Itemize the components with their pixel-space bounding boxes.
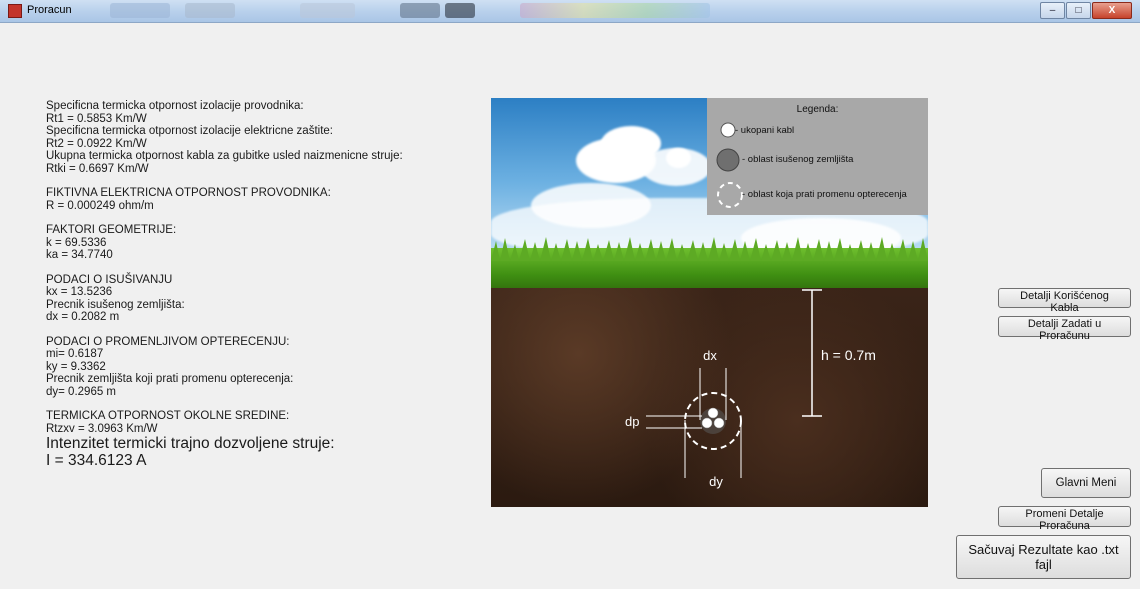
h-label: h = 0.7m	[821, 347, 876, 363]
result-line: Rt1 = 0.5853 Km/W	[46, 112, 147, 125]
result-line: Precnik zemljišta koji prati promenu opt…	[46, 373, 294, 385]
save-results-txt-button[interactable]: Sačuvaj Rezultate kao .txt fajl	[956, 535, 1131, 579]
result-line: FIKTIVNA ELEKTRICNA OTPORNOST PROVODNIKA…	[46, 187, 331, 199]
legend-item: - oblast isušenog zemljišta	[742, 154, 854, 165]
result-line: ky = 9.3362	[46, 360, 106, 373]
result-line: dx = 0.2082 m	[46, 311, 120, 323]
legend-title: Legenda:	[796, 104, 839, 115]
dy-label: dy	[709, 474, 723, 489]
titlebar-background-blur	[185, 3, 235, 18]
current-heading: Intenzitet termicki trajno dozvoljene st…	[46, 435, 335, 452]
result-line: mi= 0.6187	[46, 348, 104, 360]
result-line: ka = 34.7740	[46, 249, 113, 261]
result-line: Specificna termicka otpornost izolacije …	[46, 125, 333, 137]
result-line: Precnik isušenog zemljišta:	[46, 298, 185, 311]
window-controls: – □ X	[1039, 2, 1132, 19]
calculation-details-button[interactable]: Detalji Zadati u Proračunu	[998, 316, 1131, 342]
result-line: k = 69.5336	[46, 236, 107, 249]
titlebar-background-blur	[445, 3, 475, 18]
result-line: Ukupna termicka otpornost kabla za gubit…	[46, 150, 403, 162]
titlebar-background-blur	[520, 3, 710, 18]
titlebar-background-blur	[300, 3, 355, 18]
result-line: PODACI O ISUŠIVANJU	[46, 273, 173, 286]
app-icon	[8, 4, 22, 18]
result-line: Rt2 = 0.0922 Km/W	[46, 137, 147, 150]
dried-soil-symbol-icon	[716, 148, 740, 172]
window-title: Proracun	[27, 4, 72, 16]
results-panel: Specificna termicka otpornost izolacije …	[46, 100, 466, 469]
result-line: FAKTORI GEOMETRIJE:	[46, 224, 177, 236]
legend-item: - ukopani kabl	[735, 125, 795, 136]
cable-details-button[interactable]: Detalji Korišćenog Kabla	[998, 288, 1131, 314]
result-line: Rtki = 0.6697 Km/W	[46, 162, 149, 175]
legend-item: - oblast koja prati promenu opterecenja	[742, 189, 907, 200]
maximize-button[interactable]: □	[1066, 2, 1091, 19]
dp-label: dp	[625, 414, 639, 429]
result-line: kx = 13.5236	[46, 286, 113, 298]
change-details-button[interactable]: Promeni Detalje Proračuna	[998, 506, 1131, 532]
result-line: R = 0.000249 ohm/m	[46, 199, 154, 212]
minimize-button[interactable]: –	[1040, 2, 1065, 19]
dx-label: dx	[703, 348, 717, 363]
titlebar-background-blur	[400, 3, 440, 18]
main-menu-button[interactable]: Glavni Meni	[1041, 468, 1131, 498]
current-value: I = 334.6123 A	[46, 452, 147, 469]
legend-panel: Legenda: - ukopani kabl - oblast isušeno…	[707, 98, 928, 215]
load-variation-symbol-icon	[717, 182, 743, 208]
result-line: PODACI O PROMENLJIVOM OPTERECENJU:	[46, 335, 290, 348]
result-line: Rtzxv = 3.0963 Km/W	[46, 422, 158, 435]
result-line: TERMICKA OTPORNOST OKOLNE SREDINE:	[46, 410, 290, 422]
titlebar-background-blur	[110, 3, 170, 18]
title-bar: Proracun – □ X	[0, 0, 1140, 23]
result-line: Specificna termicka otpornost izolacije …	[46, 100, 304, 112]
close-button[interactable]: X	[1092, 2, 1132, 19]
result-line: dy= 0.2965 m	[46, 385, 117, 398]
